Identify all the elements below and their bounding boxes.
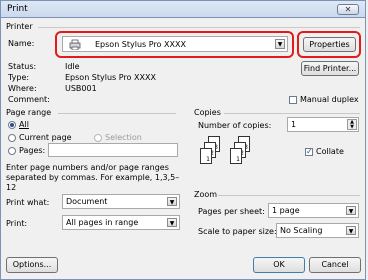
pages-per-sheet-select[interactable]: 1 page ▼ xyxy=(268,203,359,218)
number-of-copies-input[interactable]: 1 ▲ ▼ xyxy=(287,117,359,132)
manual-duplex-checkbox[interactable] xyxy=(289,96,297,104)
properties-button[interactable]: Properties xyxy=(303,37,356,52)
current-page-label: Current page xyxy=(19,133,72,142)
page-range-divider xyxy=(58,113,176,114)
copies-divider xyxy=(224,113,360,114)
selection-label: Selection xyxy=(105,133,142,142)
print-value: All pages in range xyxy=(66,218,139,227)
number-of-copies-label: Number of copies: xyxy=(198,121,272,130)
chevron-down-icon: ▼ xyxy=(167,218,177,227)
printer-name-select[interactable]: Epson Stylus Pro XXXX ▼ xyxy=(62,36,288,52)
chevron-down-icon: ▼ xyxy=(346,206,356,215)
printer-divider xyxy=(38,27,360,28)
pages-radio[interactable] xyxy=(8,147,16,155)
where-value: USB001 xyxy=(65,84,97,93)
collate-checkbox[interactable]: ✓ xyxy=(305,148,313,156)
all-radio[interactable] xyxy=(8,121,16,129)
properties-button-label: Properties xyxy=(309,40,350,49)
page-range-hint: Enter page numbers and/or page ranges se… xyxy=(6,163,180,192)
close-icon: ✕ xyxy=(344,5,352,14)
cancel-button[interactable]: Cancel xyxy=(309,257,361,273)
type-label: Type: xyxy=(8,73,30,82)
status-value: Idle xyxy=(65,62,80,71)
print-select[interactable]: All pages in range ▼ xyxy=(62,215,180,230)
zoom-divider xyxy=(218,195,360,196)
type-value: Epson Stylus Pro XXXX xyxy=(65,73,156,82)
options-button-label: Options... xyxy=(12,260,52,269)
collate-label: Collate xyxy=(316,147,344,156)
copies-section-label: Copies xyxy=(194,108,221,117)
print-what-value: Document xyxy=(66,197,108,206)
print-label: Print: xyxy=(6,219,28,228)
chevron-down-icon: ▼ xyxy=(346,226,356,235)
scale-select[interactable]: No Scaling ▼ xyxy=(276,223,359,238)
scale-value: No Scaling xyxy=(280,226,323,235)
pages-input[interactable] xyxy=(48,143,178,157)
window-title: Print xyxy=(7,4,28,14)
scale-label: Scale to paper size: xyxy=(198,227,277,236)
pages-per-sheet-value: 1 page xyxy=(272,206,300,215)
pages-per-sheet-label: Pages per sheet: xyxy=(198,207,265,216)
page-range-section-label: Page range xyxy=(6,108,52,117)
find-printer-button-label: Find Printer... xyxy=(303,64,357,73)
status-label: Status: xyxy=(8,62,37,71)
printer-icon xyxy=(69,39,81,50)
where-label: Where: xyxy=(8,84,37,93)
comment-label: Comment: xyxy=(8,95,50,104)
collate-page-icon: 1 xyxy=(200,148,212,164)
pages-label: Pages: xyxy=(19,146,46,155)
find-printer-button[interactable]: Find Printer... xyxy=(301,61,359,76)
options-button[interactable]: Options... xyxy=(6,257,58,273)
ok-button-label: OK xyxy=(273,260,285,269)
printer-section-label: Printer xyxy=(6,22,33,31)
print-what-select[interactable]: Document ▼ xyxy=(62,194,180,209)
printer-name-value: Epson Stylus Pro XXXX xyxy=(95,40,186,49)
current-page-radio[interactable] xyxy=(8,134,16,142)
zoom-section-label: Zoom xyxy=(194,190,218,199)
collate-page-icon: 1 xyxy=(230,148,242,164)
close-button[interactable]: ✕ xyxy=(337,4,359,15)
title-bar: Print ✕ xyxy=(0,0,366,18)
manual-duplex-label: Manual duplex xyxy=(300,95,359,104)
printer-name-label: Name: xyxy=(8,39,35,48)
ok-button[interactable]: OK xyxy=(253,257,305,273)
all-label: All xyxy=(19,120,29,129)
selection-radio xyxy=(94,134,102,142)
spinner-icon[interactable]: ▲ ▼ xyxy=(347,119,357,130)
number-of-copies-value: 1 xyxy=(291,120,297,129)
cancel-button-label: Cancel xyxy=(321,260,349,269)
chevron-down-icon: ▼ xyxy=(167,197,177,206)
chevron-down-icon: ▼ xyxy=(275,39,285,49)
print-what-label: Print what: xyxy=(6,198,50,207)
